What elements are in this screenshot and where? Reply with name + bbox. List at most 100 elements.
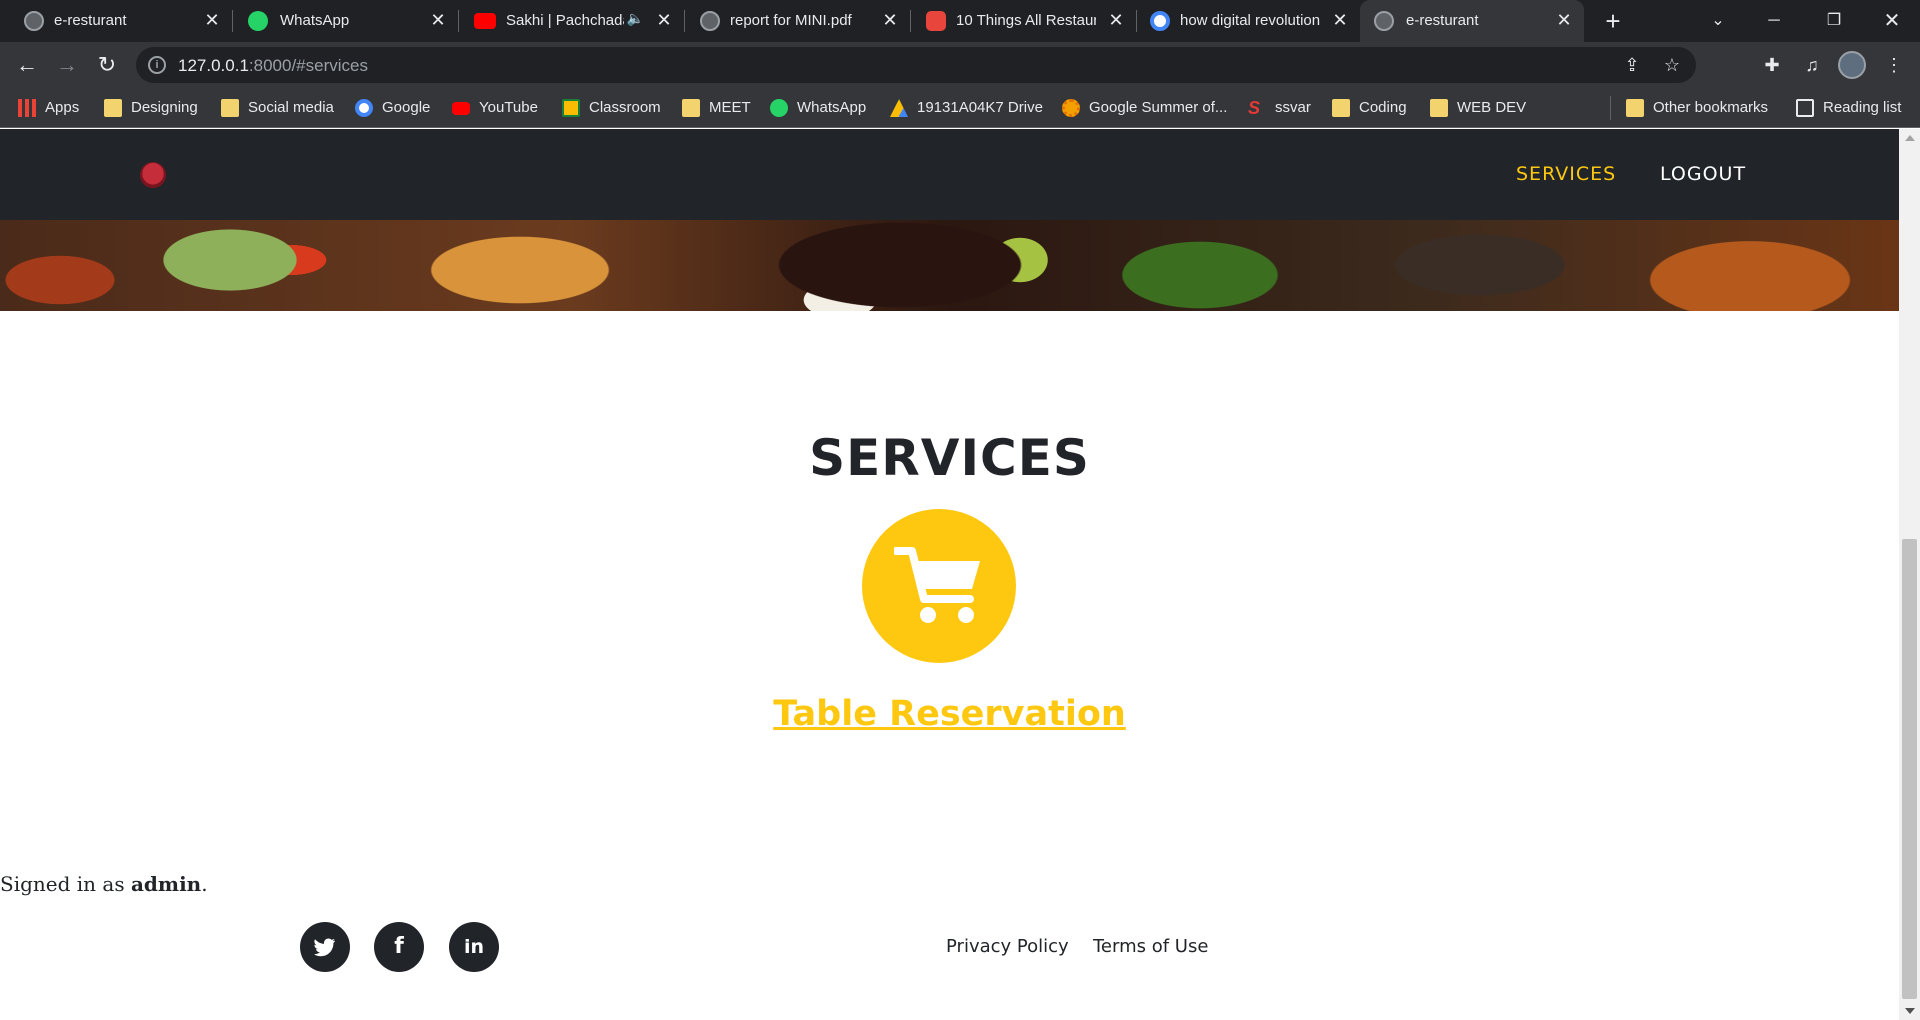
- bookmark-label: Designing: [131, 99, 198, 116]
- signed-in-username: admin: [130, 872, 202, 896]
- section-title: SERVICES: [809, 429, 1090, 487]
- url-text[interactable]: 127.0.0.1:8000/#services: [178, 56, 368, 76]
- whatsapp-icon: [770, 99, 788, 117]
- bookmark-label: Google Summer of...: [1089, 99, 1228, 116]
- tab-digital-revolution[interactable]: how digital revolution ✕: [1136, 0, 1360, 42]
- youtube-icon: [452, 102, 470, 115]
- bookmark-label: MEET: [709, 99, 751, 116]
- bookmark-label: Coding: [1359, 99, 1407, 116]
- restaurant-logo[interactable]: [140, 162, 166, 188]
- youtube-icon: [474, 13, 496, 29]
- reload-icon[interactable]: ↻: [92, 50, 122, 80]
- facebook-icon: f: [394, 934, 404, 959]
- terms-of-use-link[interactable]: Terms of Use: [1093, 936, 1208, 957]
- close-icon[interactable]: ✕: [1106, 10, 1126, 30]
- tab-whatsapp[interactable]: WhatsApp ✕: [232, 0, 459, 42]
- bookmarks-divider: [1610, 96, 1611, 120]
- scroll-up-arrow-icon[interactable]: [1905, 135, 1915, 141]
- bookmarks-bar: Apps Designing Social media Google YouTu…: [0, 88, 1920, 128]
- bookmark-label: Google: [382, 99, 431, 116]
- restore-button[interactable]: ❐: [1812, 4, 1856, 38]
- tab-title: e-resturant: [54, 12, 127, 29]
- close-window-button[interactable]: ✕: [1870, 4, 1914, 38]
- menu-icon[interactable]: ⋮: [1880, 51, 1908, 79]
- bookmark-label: Social media: [248, 99, 334, 116]
- apps-icon: [18, 99, 36, 117]
- signed-in-prefix: Signed in as: [0, 872, 131, 896]
- extensions-icon[interactable]: ✚: [1758, 51, 1786, 79]
- page-scrollbar[interactable]: [1899, 129, 1920, 1020]
- media-control-icon[interactable]: ♫: [1798, 51, 1826, 79]
- scrollbar-thumb[interactable]: [1902, 539, 1917, 999]
- classroom-icon: [562, 99, 580, 117]
- google-icon: [1150, 11, 1170, 31]
- tab-report-pdf[interactable]: report for MINI.pdf ✕: [684, 0, 911, 42]
- tab-sakhi[interactable]: Sakhi | Pachchada 🔈 ✕: [458, 0, 685, 42]
- close-icon[interactable]: ✕: [880, 10, 900, 30]
- speaker-icon[interactable]: 🔈: [627, 10, 644, 27]
- tab-title: how digital revolution: [1180, 12, 1321, 29]
- back-icon[interactable]: ←: [12, 50, 42, 80]
- tab-e-resturant-1[interactable]: e-resturant ✕: [0, 0, 233, 42]
- profile-avatar[interactable]: [1838, 51, 1866, 79]
- drive-icon: [890, 99, 908, 117]
- hero-food-image: [0, 220, 1899, 311]
- reading-list-icon: [1796, 99, 1814, 117]
- bookmark-label: Reading list: [1823, 99, 1902, 116]
- new-tab-button[interactable]: +: [1598, 6, 1628, 36]
- close-icon[interactable]: ✕: [654, 10, 674, 30]
- star-icon[interactable]: ☆: [1660, 53, 1684, 77]
- folder-icon: [1332, 99, 1350, 117]
- close-icon[interactable]: ✕: [428, 10, 448, 30]
- twitter-icon: [314, 938, 335, 957]
- share-icon[interactable]: ⇪: [1620, 53, 1644, 77]
- minimize-button[interactable]: ─: [1752, 4, 1796, 38]
- site-info-icon[interactable]: i: [148, 56, 166, 74]
- site-navbar: SERVICES LOGOUT: [0, 129, 1899, 220]
- ssvar-icon: S: [1248, 98, 1261, 118]
- tab-title: e-resturant: [1406, 12, 1479, 29]
- close-icon[interactable]: ✕: [1330, 10, 1350, 30]
- folder-icon: [104, 99, 122, 117]
- tab-strip: e-resturant ✕ WhatsApp ✕ Sakhi | Pachcha…: [0, 0, 1920, 42]
- bookmark-label: 19131A04K7 Drive: [917, 99, 1043, 116]
- tab-title: Sakhi | Pachchada: [506, 12, 624, 29]
- bookmark-label: YouTube: [479, 99, 538, 116]
- folder-icon: [1430, 99, 1448, 117]
- folder-icon: [1626, 99, 1644, 117]
- url-host: 127.0.0.1: [178, 56, 249, 75]
- browser-toolbar: ← → ↻ i 127.0.0.1:8000/#services ⇪ ☆ ✚ ♫…: [0, 42, 1920, 88]
- bookmark-label: ssvar: [1275, 99, 1311, 116]
- tab-10-things[interactable]: 10 Things All Restaura ✕: [910, 0, 1137, 42]
- table-reservation-link[interactable]: Table Reservation: [0, 694, 1899, 734]
- linkedin-button[interactable]: in: [449, 922, 499, 972]
- address-bar[interactable]: i 127.0.0.1:8000/#services ⇪ ☆: [136, 47, 1696, 83]
- privacy-policy-link[interactable]: Privacy Policy: [946, 936, 1069, 957]
- service-icon-circle: [862, 509, 1016, 663]
- nav-logout-link[interactable]: LOGOUT: [1660, 163, 1746, 185]
- close-icon[interactable]: ✕: [1554, 10, 1574, 30]
- url-path: :8000/#services: [248, 56, 368, 75]
- bookmark-label: WEB DEV: [1457, 99, 1527, 116]
- tab-title: report for MINI.pdf: [730, 12, 852, 29]
- close-icon[interactable]: ✕: [202, 10, 222, 30]
- tab-e-resturant-active[interactable]: e-resturant ✕: [1360, 0, 1584, 42]
- globe-icon: [1374, 11, 1394, 31]
- twitter-button[interactable]: [300, 922, 350, 972]
- facebook-button[interactable]: f: [374, 922, 424, 972]
- scroll-down-arrow-icon[interactable]: [1905, 1008, 1915, 1014]
- page-viewport: SERVICES LOGOUT SERVICES Table Reservati…: [0, 129, 1899, 1020]
- signed-in-suffix: .: [201, 872, 208, 896]
- nav-services-link[interactable]: SERVICES: [1516, 163, 1616, 185]
- forward-icon[interactable]: →: [52, 50, 82, 80]
- globe-icon: [24, 11, 44, 31]
- gsoc-icon: [1062, 99, 1080, 117]
- bookmark-label: WhatsApp: [797, 99, 867, 116]
- folder-icon: [221, 99, 239, 117]
- bookmark-label: Apps: [45, 99, 80, 116]
- shopping-cart-icon: [894, 547, 980, 623]
- tab-search-button[interactable]: ⌄: [1696, 4, 1740, 38]
- linkedin-icon: in: [463, 936, 485, 958]
- whatsapp-icon: [248, 11, 268, 31]
- signed-in-text: Signed in as admin.: [0, 872, 208, 896]
